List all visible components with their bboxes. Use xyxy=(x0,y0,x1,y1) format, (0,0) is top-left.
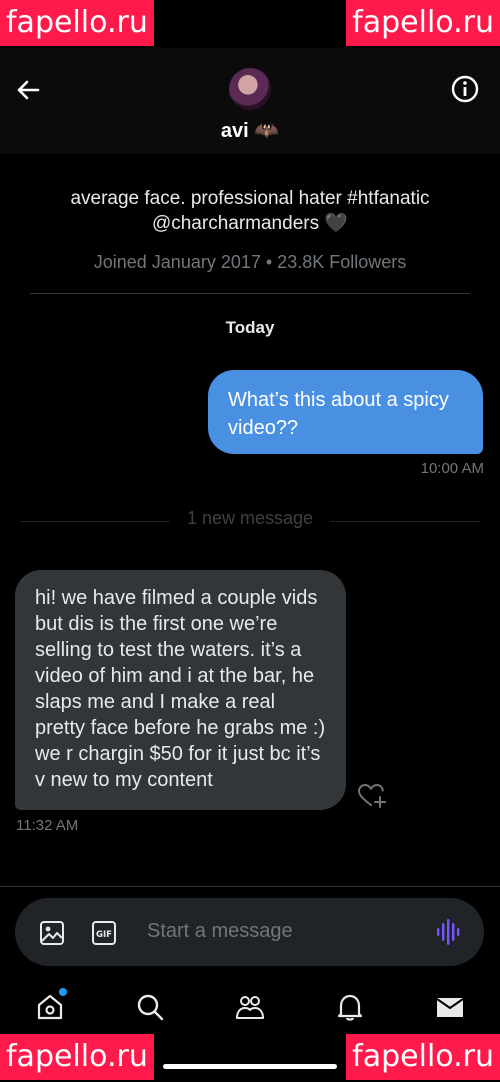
gif-icon[interactable]: GIF xyxy=(91,920,117,946)
composer-separator xyxy=(0,886,500,887)
tab-search[interactable] xyxy=(135,992,165,1022)
day-label: Today xyxy=(225,318,275,337)
watermark-top-left: fapello.ru xyxy=(0,0,154,46)
watermark-bottom-left: fapello.ru xyxy=(0,1034,154,1080)
tab-messages[interactable] xyxy=(435,992,465,1022)
tab-home[interactable] xyxy=(35,988,67,1022)
bio-line-1: average face. professional hater #htfana… xyxy=(70,188,430,209)
profile-bio: average face. professional hater #htfana… xyxy=(0,186,500,236)
notifications-icon xyxy=(337,994,363,1021)
conversation-header: avi 🦇 xyxy=(0,48,500,154)
outgoing-timestamp: 10:00 AM xyxy=(420,460,484,477)
message-composer[interactable]: GIF Start a message xyxy=(15,898,484,966)
divider-right xyxy=(330,521,480,522)
outgoing-message[interactable]: What’s this about a spicy video?? xyxy=(208,370,483,454)
tab-communities[interactable] xyxy=(235,992,265,1022)
bottom-tab-bar xyxy=(0,978,500,1038)
contact-name[interactable]: avi 🦇 xyxy=(0,118,500,143)
heart-plus-icon[interactable] xyxy=(357,783,387,809)
image-icon[interactable] xyxy=(39,920,65,946)
watermark-bottom-right: fapello.ru xyxy=(346,1034,500,1080)
new-message-divider: 1 new message xyxy=(186,508,314,528)
home-indicator[interactable] xyxy=(163,1064,337,1069)
communities-icon xyxy=(236,996,264,1019)
info-icon[interactable] xyxy=(450,74,480,104)
avatar[interactable] xyxy=(229,68,271,110)
watermark-top-right: fapello.ru xyxy=(346,0,500,46)
incoming-timestamp: 11:32 AM xyxy=(16,817,79,834)
divider xyxy=(30,293,470,294)
svg-text:GIF: GIF xyxy=(96,930,112,940)
notification-dot xyxy=(59,988,67,996)
back-arrow-icon[interactable] xyxy=(12,74,44,106)
tab-notifications[interactable] xyxy=(335,992,365,1022)
profile-meta: Joined January 2017 • 23.8K Followers xyxy=(93,252,407,272)
bio-line-2: @charcharmanders 🖤 xyxy=(151,213,349,234)
home-icon xyxy=(37,994,63,1020)
voice-message-icon[interactable] xyxy=(436,918,462,946)
search-icon xyxy=(137,994,164,1021)
message-input[interactable]: Start a message xyxy=(147,920,293,943)
messages-icon xyxy=(436,998,464,1017)
incoming-message[interactable]: hi! we have filmed a couple vids but dis… xyxy=(15,570,346,810)
